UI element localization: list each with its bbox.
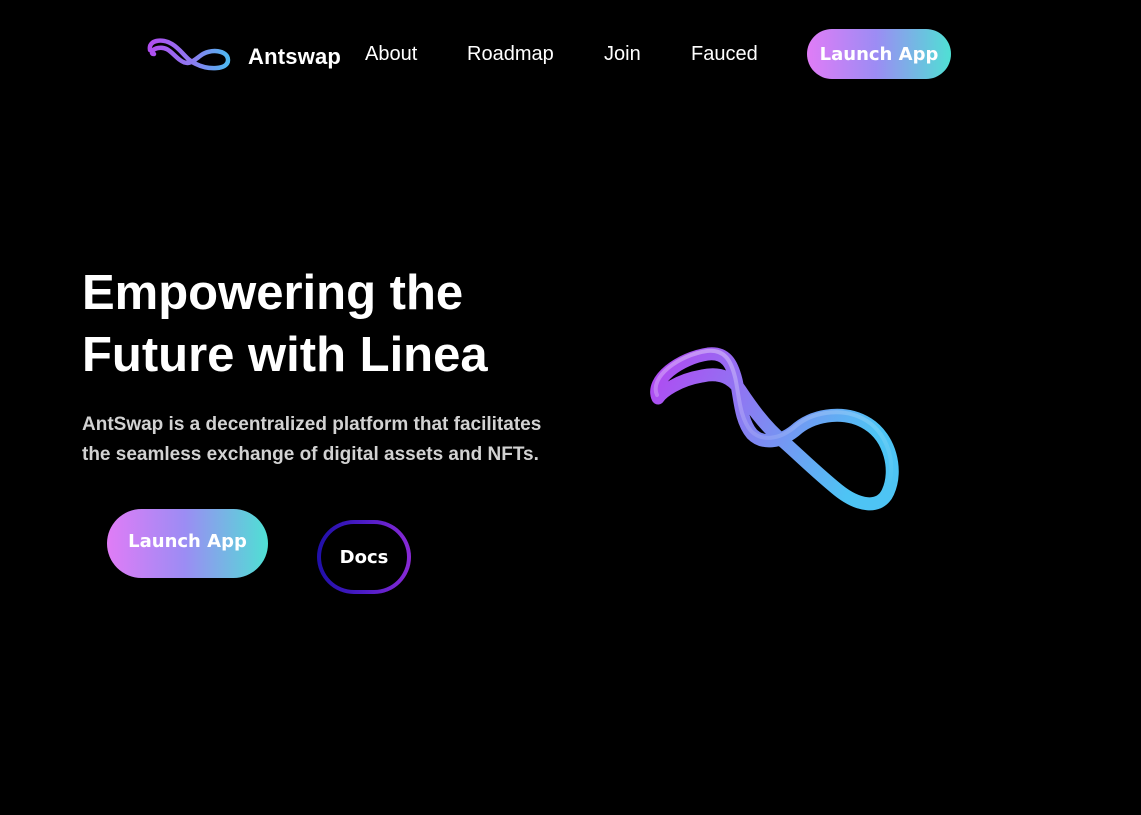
hero-title-line-2: Future with Linea	[82, 328, 488, 382]
docs-button[interactable]: Docs	[317, 520, 411, 594]
hero-description-line-1: AntSwap is a decentralized platform that…	[82, 414, 542, 435]
top-navigation: Antswap About Roadmap Join Fauced Launch…	[0, 0, 1141, 110]
hero-title: Empowering the Future with Linea	[82, 262, 602, 386]
hero-description: AntSwap is a decentralized platform that…	[82, 410, 602, 470]
nav-link-fauced[interactable]: Fauced	[691, 43, 758, 66]
nav-link-join[interactable]: Join	[604, 43, 641, 66]
launch-app-hero-button[interactable]: Launch App	[107, 509, 268, 578]
infinity-3d-icon	[650, 347, 899, 511]
nav-link-about[interactable]: About	[365, 43, 417, 66]
infinity-ribbon-icon	[147, 38, 231, 71]
docs-button-label: Docs	[321, 524, 407, 590]
landing-page: Antswap About Roadmap Join Fauced Launch…	[0, 0, 1141, 815]
brand-name: Antswap	[248, 44, 342, 69]
hero-description-line-2: the seamless exchange of digital assets …	[82, 444, 539, 465]
launch-app-nav-button[interactable]: Launch App	[807, 29, 951, 79]
hero-title-line-1: Empowering the	[82, 266, 464, 320]
brand-logo-link[interactable]: Antswap	[144, 34, 341, 76]
nav-link-roadmap[interactable]: Roadmap	[467, 43, 554, 66]
